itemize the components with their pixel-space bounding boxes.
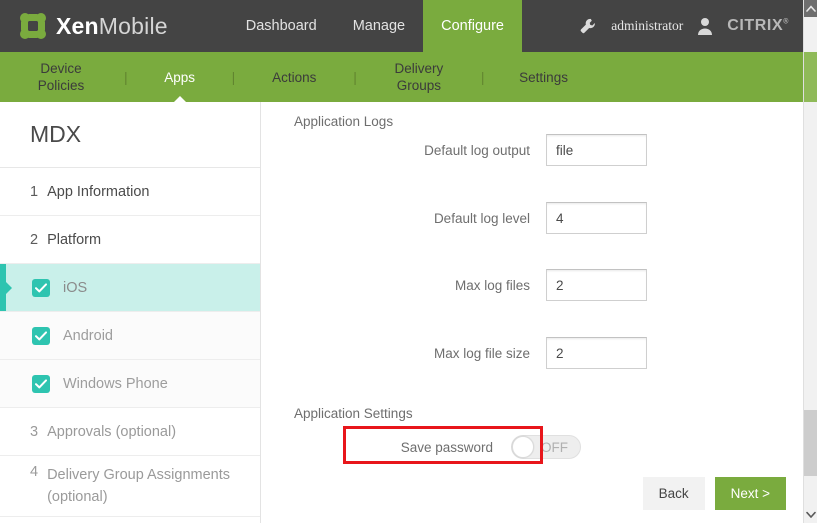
subnav-item-delivery-groups[interactable]: Delivery Groups (383, 60, 455, 94)
section-title-application-logs: Application Logs (294, 114, 394, 129)
brand-text: XenMobile (56, 13, 168, 40)
brand-name-light: Mobile (98, 12, 168, 39)
field-label: Default log output (424, 142, 530, 158)
sidebar-item-ios[interactable]: iOS (0, 264, 260, 312)
wizard-sidebar: MDX 1 App Information 2 Platform iOS And… (0, 102, 261, 523)
xenmobile-node-logo-icon (20, 13, 46, 39)
person-icon[interactable] (697, 17, 713, 35)
toggle-state-label: OFF (541, 439, 568, 455)
sidebar-item-app-information[interactable]: 1 App Information (0, 168, 260, 216)
step-number: 4 (30, 464, 39, 480)
section-title-application-settings: Application Settings (294, 406, 413, 421)
sidebar-item-label: Android (63, 327, 113, 344)
citrix-logo: CITRIX® (727, 17, 789, 35)
brand-logo[interactable]: XenMobile (0, 0, 168, 52)
wrench-icon[interactable] (579, 17, 597, 35)
default-log-level-input[interactable] (546, 202, 647, 234)
chevron-up-icon (806, 5, 816, 12)
checkbox-checked-icon[interactable] (32, 278, 50, 297)
sidebar-item-windows-phone[interactable]: Windows Phone (0, 360, 260, 408)
step-number: 2 (30, 231, 39, 248)
max-log-files-input[interactable] (546, 269, 647, 301)
page-title: MDX (0, 102, 260, 168)
checkbox-checked-icon[interactable] (32, 374, 50, 393)
field-label: Save password (400, 439, 493, 455)
subnav-item-device-policies[interactable]: Device Policies (24, 60, 98, 94)
nav-item-dashboard[interactable]: Dashboard (228, 0, 335, 52)
sidebar-item-platform[interactable]: 2 Platform (0, 216, 260, 264)
field-save-password: Save password OFF (351, 435, 581, 459)
subnav-item-actions[interactable]: Actions (261, 69, 327, 86)
subnav-separator: | (353, 69, 357, 85)
field-max-log-file-size: Max log file size (261, 337, 766, 369)
nav-item-configure[interactable]: Configure (423, 0, 522, 52)
subnav-separator: | (231, 69, 236, 85)
max-log-file-size-input[interactable] (546, 337, 647, 369)
sidebar-item-approvals[interactable]: 3 Approvals (optional) (0, 408, 260, 456)
username-label: administrator (611, 18, 684, 33)
sidebar-item-label: Windows Phone (63, 375, 168, 392)
sidebar-item-delivery-group-assignments[interactable]: 4 Delivery Group Assignments (optional) (0, 456, 260, 517)
next-button[interactable]: Next > (714, 477, 786, 510)
scrollbar-green-segment (804, 52, 817, 102)
subnav-separator: | (124, 69, 128, 85)
default-log-output-input[interactable] (546, 134, 647, 166)
primary-nav: Dashboard Manage Configure (228, 0, 522, 52)
step-number: 3 (30, 423, 39, 440)
secondary-nav: Device Policies | Apps | Actions | Deliv… (0, 52, 803, 102)
save-password-toggle[interactable]: OFF (511, 435, 581, 459)
brand-name-bold: Xen (56, 12, 99, 39)
page-scrollbar[interactable] (803, 0, 817, 523)
sidebar-item-label: App Information (47, 183, 150, 200)
sidebar-item-label: Approvals (optional) (47, 423, 177, 440)
sidebar-item-label: iOS (63, 279, 88, 296)
sidebar-item-android[interactable]: Android (0, 312, 260, 360)
checkbox-checked-icon[interactable] (32, 326, 50, 345)
chevron-down-icon (806, 511, 816, 518)
main-content: Application Logs Default log output Defa… (261, 102, 803, 523)
field-max-log-files: Max log files (261, 269, 766, 301)
sidebar-item-label: Platform (47, 231, 102, 248)
xenmobile-console: XenMobile Dashboard Manage Configure adm… (0, 0, 817, 523)
registered-mark: ® (783, 18, 789, 26)
toggle-knob (512, 436, 534, 458)
sidebar-item-label: Delivery Group Assignments (optional) (47, 467, 231, 505)
subnav-item-apps[interactable]: Apps (154, 69, 206, 86)
back-button[interactable]: Back (642, 477, 705, 510)
nav-item-manage[interactable]: Manage (335, 0, 423, 52)
scrollbar-thumb[interactable] (804, 410, 817, 476)
field-default-log-level: Default log level (261, 202, 766, 234)
field-label: Max log files (454, 277, 530, 293)
subnav-item-settings[interactable]: Settings (511, 69, 577, 86)
field-default-log-output: Default log output (261, 134, 766, 166)
scroll-up-button[interactable] (804, 0, 817, 17)
field-label: Max log file size (433, 345, 530, 361)
subnav-separator: | (480, 69, 485, 85)
scroll-down-button[interactable] (804, 506, 817, 523)
citrix-wordmark: CITRIX (727, 17, 784, 34)
step-number: 1 (30, 183, 39, 200)
top-header-bar: XenMobile Dashboard Manage Configure adm… (0, 0, 803, 52)
field-label: Default log level (433, 210, 530, 226)
header-right-tools: administrator CITRIX® (579, 0, 803, 52)
wizard-footer: Back Next > (642, 477, 786, 510)
